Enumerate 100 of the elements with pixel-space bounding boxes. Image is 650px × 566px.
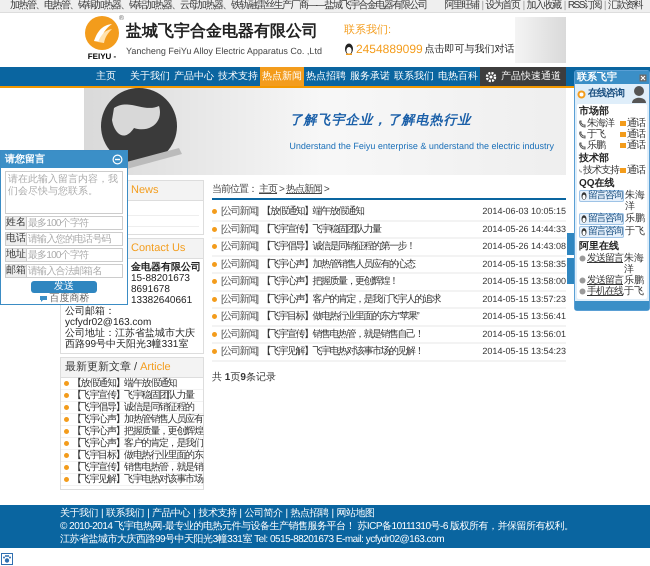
top-link[interactable]: 设为首页 xyxy=(486,1,520,11)
date-text: 2014-05-15 13:58:35 xyxy=(482,258,566,270)
news-link[interactable]: 【飞宇心声】客户的肯定，是我们飞宇人的追求 xyxy=(262,292,440,307)
article-link[interactable]: 【飞宇目标】做电热行业里面的东 xyxy=(72,450,203,460)
separator: | xyxy=(239,507,242,520)
category-tag: [公司新闻] xyxy=(221,256,258,272)
call-link[interactable]: 通话 xyxy=(627,140,645,150)
separator: | xyxy=(285,507,288,520)
call-link[interactable]: 通话 xyxy=(627,166,645,176)
group-title: 技术部 xyxy=(579,152,610,164)
consult-button[interactable]: 留言咨询 xyxy=(579,226,624,238)
penguin-icon xyxy=(581,192,587,200)
field-label: 姓名 xyxy=(5,216,27,230)
nav-tab[interactable]: 服务承诺 xyxy=(348,67,392,86)
contact-name: 技术支持 xyxy=(583,166,619,176)
copyright-text: © 2010-2014 飞宇电热网-最专业的电热元件与设备生产销售服务平台！ 苏ICP备10111310号-6 版权所有，并保留所有权利。 xyxy=(60,520,575,533)
category-tag: [公司新闻] xyxy=(221,326,258,342)
breadcrumb-label: 当前位置： xyxy=(212,182,257,196)
nav-tab[interactable]: 技术支持 xyxy=(216,67,260,86)
message-link[interactable]: 发送留言 xyxy=(587,253,623,264)
article-link[interactable]: 【飞宇见解】飞宇电热对该事市场 xyxy=(72,474,203,484)
news-link[interactable]: 【放假通知】端午放假通知 xyxy=(262,204,364,220)
nav-tab[interactable]: 产品中心 xyxy=(172,67,216,86)
article-link[interactable]: 【飞宇心声】客户的肯定，是我们 xyxy=(72,438,203,448)
message-link[interactable]: 手机在线 xyxy=(587,286,623,297)
article-link[interactable]: 【飞宇倡导】诚信是同销征程的 xyxy=(72,402,194,412)
close-icon[interactable] xyxy=(639,74,647,82)
date-text: 2014-05-15 13:57:23 xyxy=(482,292,566,306)
consult-button[interactable]: 留言咨询 xyxy=(579,190,624,202)
contact-name: 乐鹏 xyxy=(625,213,646,224)
panel-title: 联系飞宇 xyxy=(577,72,617,82)
news-link[interactable]: 【飞宇心声】把握质量，更创辉煌！ xyxy=(262,274,398,290)
news-link[interactable]: 【飞宇目标】做电热行业里面的东方“苹果” xyxy=(262,309,418,324)
call-link[interactable]: 通话 xyxy=(627,130,645,140)
date-text: 2014-05-15 13:56:41 xyxy=(482,310,566,323)
top-link[interactable]: 加入收藏 xyxy=(526,1,561,11)
logo-text: FEIYU - xyxy=(88,51,116,63)
call-link[interactable]: 通话 xyxy=(627,118,645,128)
bullet-icon xyxy=(212,296,217,302)
contact-name: 朱海洋 xyxy=(587,118,614,128)
news-link[interactable]: 【飞宇倡导】诚信是同销征程的第一步！ xyxy=(262,239,415,254)
bullet-icon xyxy=(212,244,217,250)
nav-tab[interactable]: 主页 xyxy=(84,67,128,86)
news-link[interactable]: 【飞宇宣传】飞宇稳固团队力量 xyxy=(262,222,381,237)
bullet-icon xyxy=(64,453,69,458)
footer-link[interactable]: 关于我们 xyxy=(60,507,98,520)
separator: | xyxy=(193,507,196,520)
group-title: 阿里在线 xyxy=(579,240,620,252)
news-link[interactable]: 【飞宇见解】飞宇电热对该事市场的见解！ xyxy=(262,344,424,360)
contact-text: 13382640661 xyxy=(131,295,194,306)
contact-text: 公司地址：江苏省盐城市大庆西路99号中天阳光3幢331室 xyxy=(64,328,196,350)
footer-link[interactable]: 网站地图 xyxy=(336,507,375,520)
article-link[interactable]: 【放假通知】端午放假通知 xyxy=(72,378,176,388)
nav-tab[interactable]: 关于我们 xyxy=(128,67,172,86)
separator: | xyxy=(564,1,565,11)
top-link[interactable]: RSS订阅 xyxy=(568,1,601,11)
category-tag: [公司新闻] xyxy=(221,239,258,254)
text-field[interactable]: 最多100个字符 xyxy=(27,248,123,262)
bullet-icon xyxy=(64,417,69,422)
photo-placeholder xyxy=(514,17,566,63)
article-link[interactable]: 【飞宇宣传】飞宇稳固团队力量 xyxy=(72,390,194,400)
breadcrumb-link[interactable]: 主页 xyxy=(259,182,277,196)
breadcrumb-link[interactable]: 热点新闻 xyxy=(286,182,322,196)
contact-label: 联系我们: xyxy=(344,22,392,38)
article-link[interactable]: 【飞宇心声】把握质量，更创辉煌 xyxy=(72,426,203,436)
news-link[interactable]: 【飞宇宣传】销售电热管，就是销售自己！ xyxy=(262,326,424,342)
footer-link[interactable]: 技术支持 xyxy=(198,507,236,520)
nav-tab[interactable]: 联系我们 xyxy=(392,67,436,86)
message-link[interactable]: 发送留言 xyxy=(587,275,623,286)
paw-icon[interactable] xyxy=(1,553,13,565)
text-field[interactable]: 请输入合法邮箱名 xyxy=(27,264,123,278)
separator: | xyxy=(147,507,150,520)
date-text: 2014-05-15 13:58:00 xyxy=(482,275,566,288)
bullet-icon xyxy=(212,332,217,337)
message-field[interactable]: 请在此输入留言内容，我们会尽快与您联系。 xyxy=(5,171,123,214)
footer-link[interactable]: 热点招聘 xyxy=(290,507,329,520)
quick-access-button[interactable]: 产品快速通道 xyxy=(480,67,566,86)
consult-button[interactable]: 留言咨询 xyxy=(579,213,624,225)
footer-link[interactable]: 产品中心 xyxy=(152,507,190,520)
bullet-icon xyxy=(64,477,69,482)
news-link[interactable]: 【飞宇心声】加热管销售人员应有的心态 xyxy=(262,256,415,272)
text-field[interactable]: 请输入您的电话号码 xyxy=(27,232,123,246)
top-link[interactable]: 汇款资料 xyxy=(608,1,642,11)
text-field[interactable]: 最多100个字符 xyxy=(27,216,123,230)
nav-tab[interactable]: 电热百科 xyxy=(436,67,480,86)
company-name: 盐城飞宇合金电器有限公司 xyxy=(126,22,319,42)
field-label: 地址 xyxy=(5,248,27,262)
send-button[interactable]: 发送 xyxy=(31,281,97,293)
top-link[interactable]: 阿里旺铺 xyxy=(444,1,478,11)
footer-link[interactable]: 联系我们 xyxy=(106,507,144,520)
minimize-icon[interactable] xyxy=(112,154,123,166)
article-link[interactable]: 【飞宇宣传】销售电热管，就是销 xyxy=(72,462,203,472)
contact-name: 于飞 xyxy=(624,286,645,297)
group-title: QQ在线 xyxy=(579,177,616,190)
article-link[interactable]: 【飞宇心声】加热管销售人员应有 xyxy=(72,414,203,424)
bullet-icon xyxy=(64,429,69,434)
gear-icon xyxy=(485,70,497,82)
nav-tab[interactable]: 热点招聘 xyxy=(304,67,348,86)
footer-link[interactable]: 公司简介 xyxy=(244,507,282,520)
company-name-english: Yancheng FeiYu Alloy Electric Apparatus Co. ,Ltd xyxy=(126,44,322,58)
